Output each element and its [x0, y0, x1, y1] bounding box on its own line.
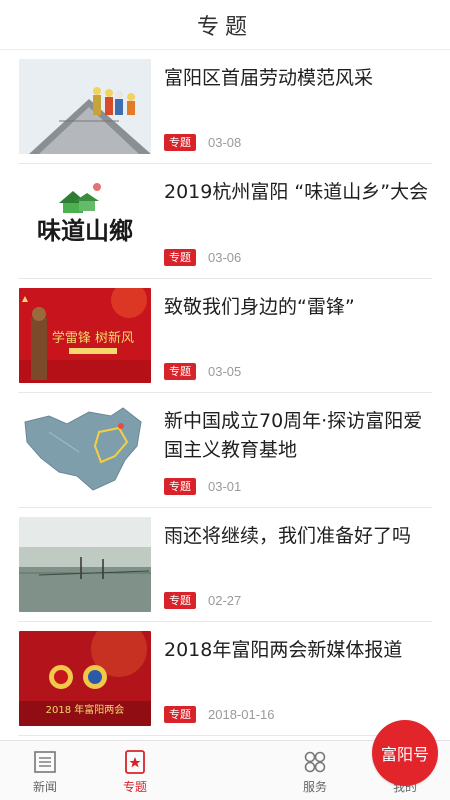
list-item[interactable]: 新中国成立70周年·探访富阳爱国主义教育基地 专题 03-01 [18, 393, 432, 508]
item-meta: 专题 03-06 [164, 248, 242, 266]
topic-tag: 专题 [164, 591, 196, 609]
item-date: 03-01 [208, 478, 242, 494]
item-date: 03-05 [208, 364, 242, 380]
grid-icon [304, 751, 326, 773]
thumbnail-map [19, 402, 151, 498]
poster-lettering: 2018 年富阳两会 [46, 703, 125, 716]
list-item[interactable]: 雨还将继续，我们准备好了吗 专题 02-27 [18, 508, 432, 622]
page-title: 专题 [196, 14, 253, 40]
item-meta: 专题 03-01 [164, 477, 242, 495]
tab-center-spacer: 富阳号 [180, 720, 438, 800]
list-item[interactable]: 富阳区首届劳动模范风采 专题 03-08 [18, 50, 432, 165]
item-date: 02-27 [208, 592, 242, 608]
tab-service[interactable]: 服务 [270, 740, 360, 800]
item-meta: 专题 2018-01-16 [164, 706, 275, 724]
tab-news[interactable]: 新闻 [0, 740, 90, 800]
list-item[interactable]: 味道山鄉 2019杭州富阳 “味道山乡”大会 专题 03-06 [18, 164, 432, 279]
poster-lettering: 学雷锋 树新风 [52, 330, 134, 346]
item-title: 新中国成立70周年·探访富阳爱国主义教育基地 [164, 410, 423, 462]
logo-lettering: 味道山鄉 [37, 216, 133, 245]
topic-tag: 专题 [164, 248, 196, 266]
item-date: 03-06 [208, 249, 242, 265]
newspaper-icon [34, 751, 56, 773]
bottom-tab-bar: 新闻 专题 富阳号 服务 我的 [0, 720, 450, 800]
tab-label: 服务 [302, 780, 327, 794]
topic-star-icon [125, 750, 145, 774]
thumbnail-labor-models [19, 59, 151, 154]
tab-label: 新闻 [32, 780, 57, 794]
topic-tag: 专题 [164, 363, 196, 381]
thumbnail-leifeng: 学雷锋 树新风 [19, 287, 151, 383]
item-meta: 专题 02-27 [164, 591, 242, 609]
topic-tag: 专题 [164, 706, 196, 724]
tab-topic[interactable]: 专题 [90, 740, 180, 800]
top-bar: 专题 [0, 0, 450, 50]
item-date: 2018-01-16 [208, 707, 275, 723]
thumbnail-weidao-logo: 味道山鄉 [19, 173, 151, 269]
tab-label: 专题 [122, 780, 147, 794]
list-item[interactable]: 学雷锋 树新风 致敬我们身边的“雷锋” 专题 03-05 [18, 279, 432, 394]
thumbnail-flood [19, 516, 151, 612]
item-meta: 专题 03-08 [164, 134, 242, 152]
item-title: 雨还将继续，我们准备好了吗 [164, 524, 412, 547]
fuyanghao-button[interactable]: 富阳号 [372, 720, 438, 786]
item-meta: 专题 03-05 [164, 363, 242, 381]
item-title: 2019杭州富阳 “味道山乡”大会 [164, 181, 429, 204]
item-title: 2018年富阳两会新媒体报道 [164, 638, 403, 661]
item-title: 致敬我们身边的“雷锋” [164, 295, 355, 318]
topic-list: 富阳区首届劳动模范风采 专题 03-08 味道山鄉 2019杭州富阳 “味道山乡… [0, 50, 450, 737]
topic-tag: 专题 [164, 134, 196, 152]
thumbnail-lianghui: 2018 年富阳两会 [19, 630, 151, 726]
list-item[interactable]: 2018 年富阳两会 2018年富阳两会新媒体报道 专题 2018-01-16 [18, 622, 432, 737]
item-title: 富阳区首届劳动模范风采 [164, 67, 374, 89]
item-date: 03-08 [208, 135, 242, 151]
topic-tag: 专题 [164, 477, 196, 495]
